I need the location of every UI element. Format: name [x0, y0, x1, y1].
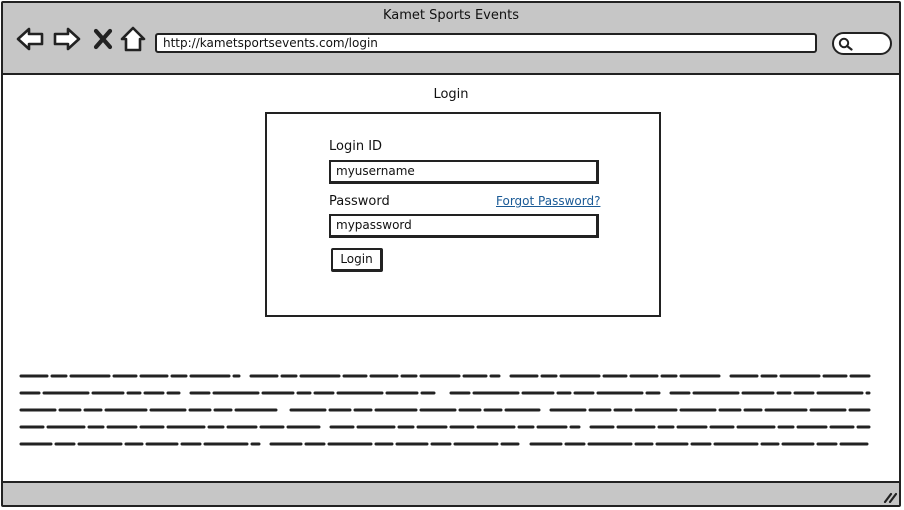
placeholder-text-block	[19, 374, 871, 446]
home-icon[interactable]	[119, 25, 147, 53]
browser-search-field[interactable]	[832, 32, 892, 55]
resize-grip-icon[interactable]	[881, 489, 897, 503]
forgot-password-link[interactable]: Forgot Password?	[496, 194, 600, 208]
browser-toolbar: Kamet Sports Events http://kametsportsev…	[3, 3, 899, 75]
password-label: Password	[329, 194, 390, 209]
status-bar	[3, 481, 899, 505]
window-title: Kamet Sports Events	[383, 8, 519, 23]
forward-arrow-icon[interactable]	[52, 25, 82, 53]
search-icon	[838, 37, 853, 51]
close-x-icon[interactable]	[91, 25, 115, 53]
login-id-label: Login ID	[329, 139, 383, 154]
login-button[interactable]: Login	[331, 248, 383, 272]
password-field[interactable]: mypassword	[329, 214, 599, 238]
login-id-field[interactable]: myusername	[329, 160, 599, 184]
back-arrow-icon[interactable]	[15, 25, 45, 53]
login-panel: Login ID myusername Password Forgot Pass…	[265, 112, 661, 317]
page-title: Login	[433, 87, 469, 102]
browser-window: Kamet Sports Events http://kametsportsev…	[1, 1, 901, 507]
address-bar[interactable]: http://kametsportsevents.com/login	[155, 33, 817, 53]
